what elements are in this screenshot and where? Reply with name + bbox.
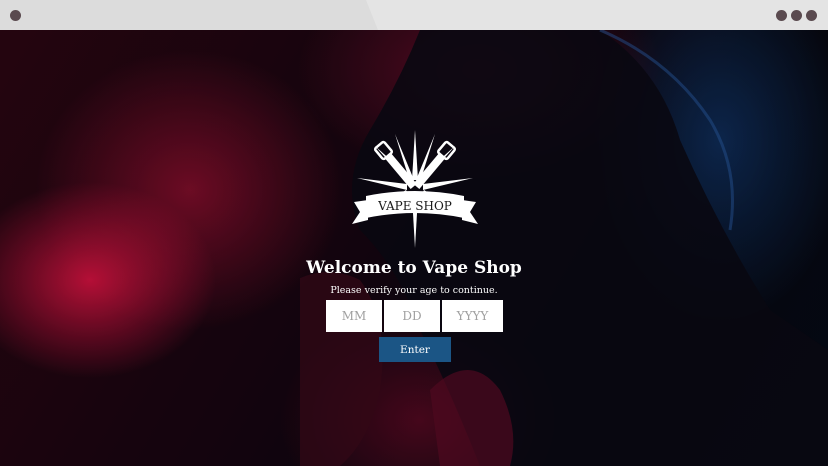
window-dot-icon[interactable] bbox=[776, 10, 787, 21]
day-input[interactable] bbox=[384, 300, 440, 332]
browser-chrome bbox=[0, 0, 828, 30]
age-gate-modal: VAPE SHOP Welcome to Vape Shop Please ve… bbox=[0, 30, 828, 466]
year-input[interactable] bbox=[442, 300, 503, 332]
browser-window: VAPE SHOP Welcome to Vape Shop Please ve… bbox=[0, 0, 828, 466]
logo-text: VAPE SHOP bbox=[377, 199, 452, 213]
modal-subtitle: Please verify your age to continue. bbox=[330, 285, 498, 296]
window-dot-icon[interactable] bbox=[806, 10, 817, 21]
hero-background: VAPE SHOP Welcome to Vape Shop Please ve… bbox=[0, 30, 828, 466]
window-dot-icon[interactable] bbox=[791, 10, 802, 21]
month-input[interactable] bbox=[326, 300, 382, 332]
modal-title: Welcome to Vape Shop bbox=[306, 258, 522, 278]
chrome-tab-shade bbox=[366, 0, 828, 30]
window-dot-icon bbox=[10, 10, 21, 21]
vape-shop-logo-icon: VAPE SHOP bbox=[352, 130, 478, 248]
enter-button[interactable]: Enter bbox=[379, 337, 451, 362]
